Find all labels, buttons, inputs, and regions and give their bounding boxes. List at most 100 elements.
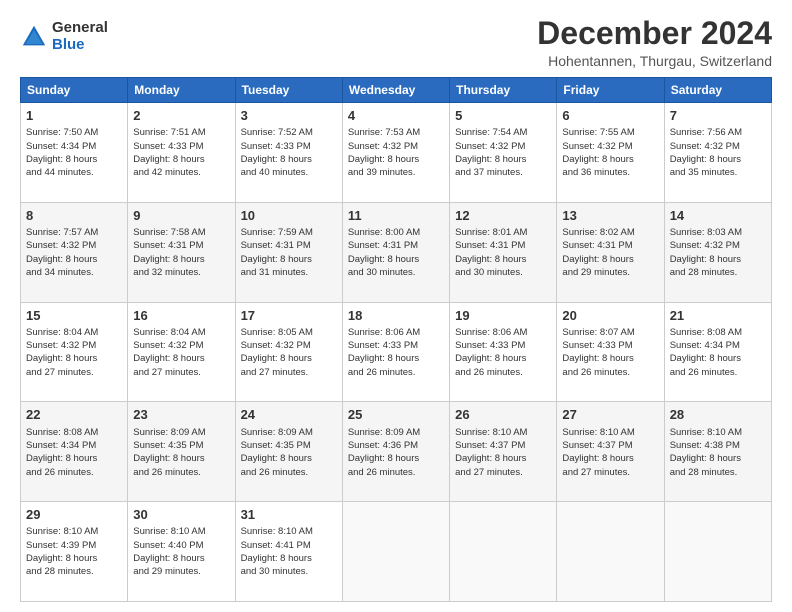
day-detail: Sunrise: 7:57 AM <box>26 226 122 239</box>
header-cell-thursday: Thursday <box>450 78 557 103</box>
day-detail: Sunrise: 8:08 AM <box>26 426 122 439</box>
day-detail: and 30 minutes. <box>455 266 551 279</box>
calendar-header: SundayMondayTuesdayWednesdayThursdayFrid… <box>21 78 772 103</box>
day-detail: Daylight: 8 hours <box>241 153 337 166</box>
day-detail: Sunrise: 8:07 AM <box>562 326 658 339</box>
day-detail: and 29 minutes. <box>562 266 658 279</box>
day-detail: Sunset: 4:36 PM <box>348 439 444 452</box>
day-number: 19 <box>455 307 551 325</box>
day-number: 14 <box>670 207 766 225</box>
calendar-cell <box>450 502 557 602</box>
day-detail: Daylight: 8 hours <box>670 153 766 166</box>
calendar-body: 1Sunrise: 7:50 AMSunset: 4:34 PMDaylight… <box>21 103 772 602</box>
day-number: 3 <box>241 107 337 125</box>
calendar-cell <box>664 502 771 602</box>
day-detail: Daylight: 8 hours <box>133 352 229 365</box>
day-detail: Sunset: 4:31 PM <box>133 239 229 252</box>
day-detail: Sunset: 4:32 PM <box>348 140 444 153</box>
calendar-cell: 29Sunrise: 8:10 AMSunset: 4:39 PMDayligh… <box>21 502 128 602</box>
day-detail: Sunset: 4:34 PM <box>26 439 122 452</box>
day-number: 20 <box>562 307 658 325</box>
day-number: 25 <box>348 406 444 424</box>
day-detail: Daylight: 8 hours <box>455 253 551 266</box>
calendar-cell: 7Sunrise: 7:56 AMSunset: 4:32 PMDaylight… <box>664 103 771 203</box>
calendar-cell: 30Sunrise: 8:10 AMSunset: 4:40 PMDayligh… <box>128 502 235 602</box>
day-number: 11 <box>348 207 444 225</box>
day-number: 1 <box>26 107 122 125</box>
calendar-cell: 24Sunrise: 8:09 AMSunset: 4:35 PMDayligh… <box>235 402 342 502</box>
calendar-week-row: 15Sunrise: 8:04 AMSunset: 4:32 PMDayligh… <box>21 302 772 402</box>
calendar-week-row: 8Sunrise: 7:57 AMSunset: 4:32 PMDaylight… <box>21 202 772 302</box>
header-cell-wednesday: Wednesday <box>342 78 449 103</box>
day-detail: Sunrise: 8:01 AM <box>455 226 551 239</box>
day-number: 30 <box>133 506 229 524</box>
day-detail: Sunset: 4:32 PM <box>562 140 658 153</box>
day-detail: and 27 minutes. <box>133 366 229 379</box>
day-detail: Daylight: 8 hours <box>241 552 337 565</box>
day-number: 15 <box>26 307 122 325</box>
day-detail: Daylight: 8 hours <box>26 352 122 365</box>
day-number: 8 <box>26 207 122 225</box>
calendar-week-row: 22Sunrise: 8:08 AMSunset: 4:34 PMDayligh… <box>21 402 772 502</box>
day-detail: Sunset: 4:31 PM <box>348 239 444 252</box>
calendar-cell: 6Sunrise: 7:55 AMSunset: 4:32 PMDaylight… <box>557 103 664 203</box>
calendar-cell <box>342 502 449 602</box>
day-detail: and 27 minutes. <box>562 466 658 479</box>
day-number: 2 <box>133 107 229 125</box>
day-detail: Daylight: 8 hours <box>670 452 766 465</box>
day-detail: and 30 minutes. <box>241 565 337 578</box>
day-number: 17 <box>241 307 337 325</box>
day-detail: Sunrise: 8:04 AM <box>133 326 229 339</box>
calendar-cell: 28Sunrise: 8:10 AMSunset: 4:38 PMDayligh… <box>664 402 771 502</box>
day-detail: and 37 minutes. <box>455 166 551 179</box>
day-detail: Sunrise: 8:10 AM <box>133 525 229 538</box>
calendar-cell: 10Sunrise: 7:59 AMSunset: 4:31 PMDayligh… <box>235 202 342 302</box>
day-detail: Daylight: 8 hours <box>562 153 658 166</box>
day-detail: and 34 minutes. <box>26 266 122 279</box>
day-detail: Sunrise: 8:09 AM <box>241 426 337 439</box>
day-detail: Sunrise: 8:05 AM <box>241 326 337 339</box>
calendar-cell: 19Sunrise: 8:06 AMSunset: 4:33 PMDayligh… <box>450 302 557 402</box>
day-detail: Sunrise: 8:06 AM <box>348 326 444 339</box>
day-detail: Daylight: 8 hours <box>133 253 229 266</box>
day-detail: Daylight: 8 hours <box>133 153 229 166</box>
header-cell-monday: Monday <box>128 78 235 103</box>
day-detail: Daylight: 8 hours <box>26 552 122 565</box>
calendar-cell: 3Sunrise: 7:52 AMSunset: 4:33 PMDaylight… <box>235 103 342 203</box>
day-detail: and 32 minutes. <box>133 266 229 279</box>
calendar-cell: 14Sunrise: 8:03 AMSunset: 4:32 PMDayligh… <box>664 202 771 302</box>
calendar-cell: 12Sunrise: 8:01 AMSunset: 4:31 PMDayligh… <box>450 202 557 302</box>
day-number: 9 <box>133 207 229 225</box>
day-detail: Sunset: 4:34 PM <box>670 339 766 352</box>
day-detail: Sunset: 4:37 PM <box>455 439 551 452</box>
day-detail: Sunset: 4:31 PM <box>562 239 658 252</box>
day-detail: Sunrise: 8:04 AM <box>26 326 122 339</box>
logo-blue: Blue <box>52 37 108 54</box>
day-detail: Daylight: 8 hours <box>26 452 122 465</box>
day-detail: Sunrise: 7:56 AM <box>670 126 766 139</box>
day-number: 24 <box>241 406 337 424</box>
day-detail: Sunrise: 8:02 AM <box>562 226 658 239</box>
day-detail: and 26 minutes. <box>241 466 337 479</box>
day-detail: Sunrise: 7:51 AM <box>133 126 229 139</box>
day-detail: Sunset: 4:38 PM <box>670 439 766 452</box>
day-detail: Sunset: 4:32 PM <box>26 339 122 352</box>
logo-general: General <box>52 20 108 37</box>
day-detail: Daylight: 8 hours <box>562 253 658 266</box>
day-detail: and 30 minutes. <box>348 266 444 279</box>
day-detail: and 31 minutes. <box>241 266 337 279</box>
day-number: 5 <box>455 107 551 125</box>
day-detail: Daylight: 8 hours <box>133 552 229 565</box>
subtitle: Hohentannen, Thurgau, Switzerland <box>537 53 772 69</box>
day-detail: and 26 minutes. <box>348 366 444 379</box>
calendar-week-row: 29Sunrise: 8:10 AMSunset: 4:39 PMDayligh… <box>21 502 772 602</box>
title-block: December 2024 Hohentannen, Thurgau, Swit… <box>537 16 772 69</box>
day-detail: Sunrise: 8:09 AM <box>348 426 444 439</box>
day-detail: Daylight: 8 hours <box>562 452 658 465</box>
calendar-week-row: 1Sunrise: 7:50 AMSunset: 4:34 PMDaylight… <box>21 103 772 203</box>
day-number: 18 <box>348 307 444 325</box>
day-detail: Sunrise: 8:00 AM <box>348 226 444 239</box>
calendar-cell: 31Sunrise: 8:10 AMSunset: 4:41 PMDayligh… <box>235 502 342 602</box>
day-detail: Daylight: 8 hours <box>670 352 766 365</box>
day-detail: Daylight: 8 hours <box>455 352 551 365</box>
